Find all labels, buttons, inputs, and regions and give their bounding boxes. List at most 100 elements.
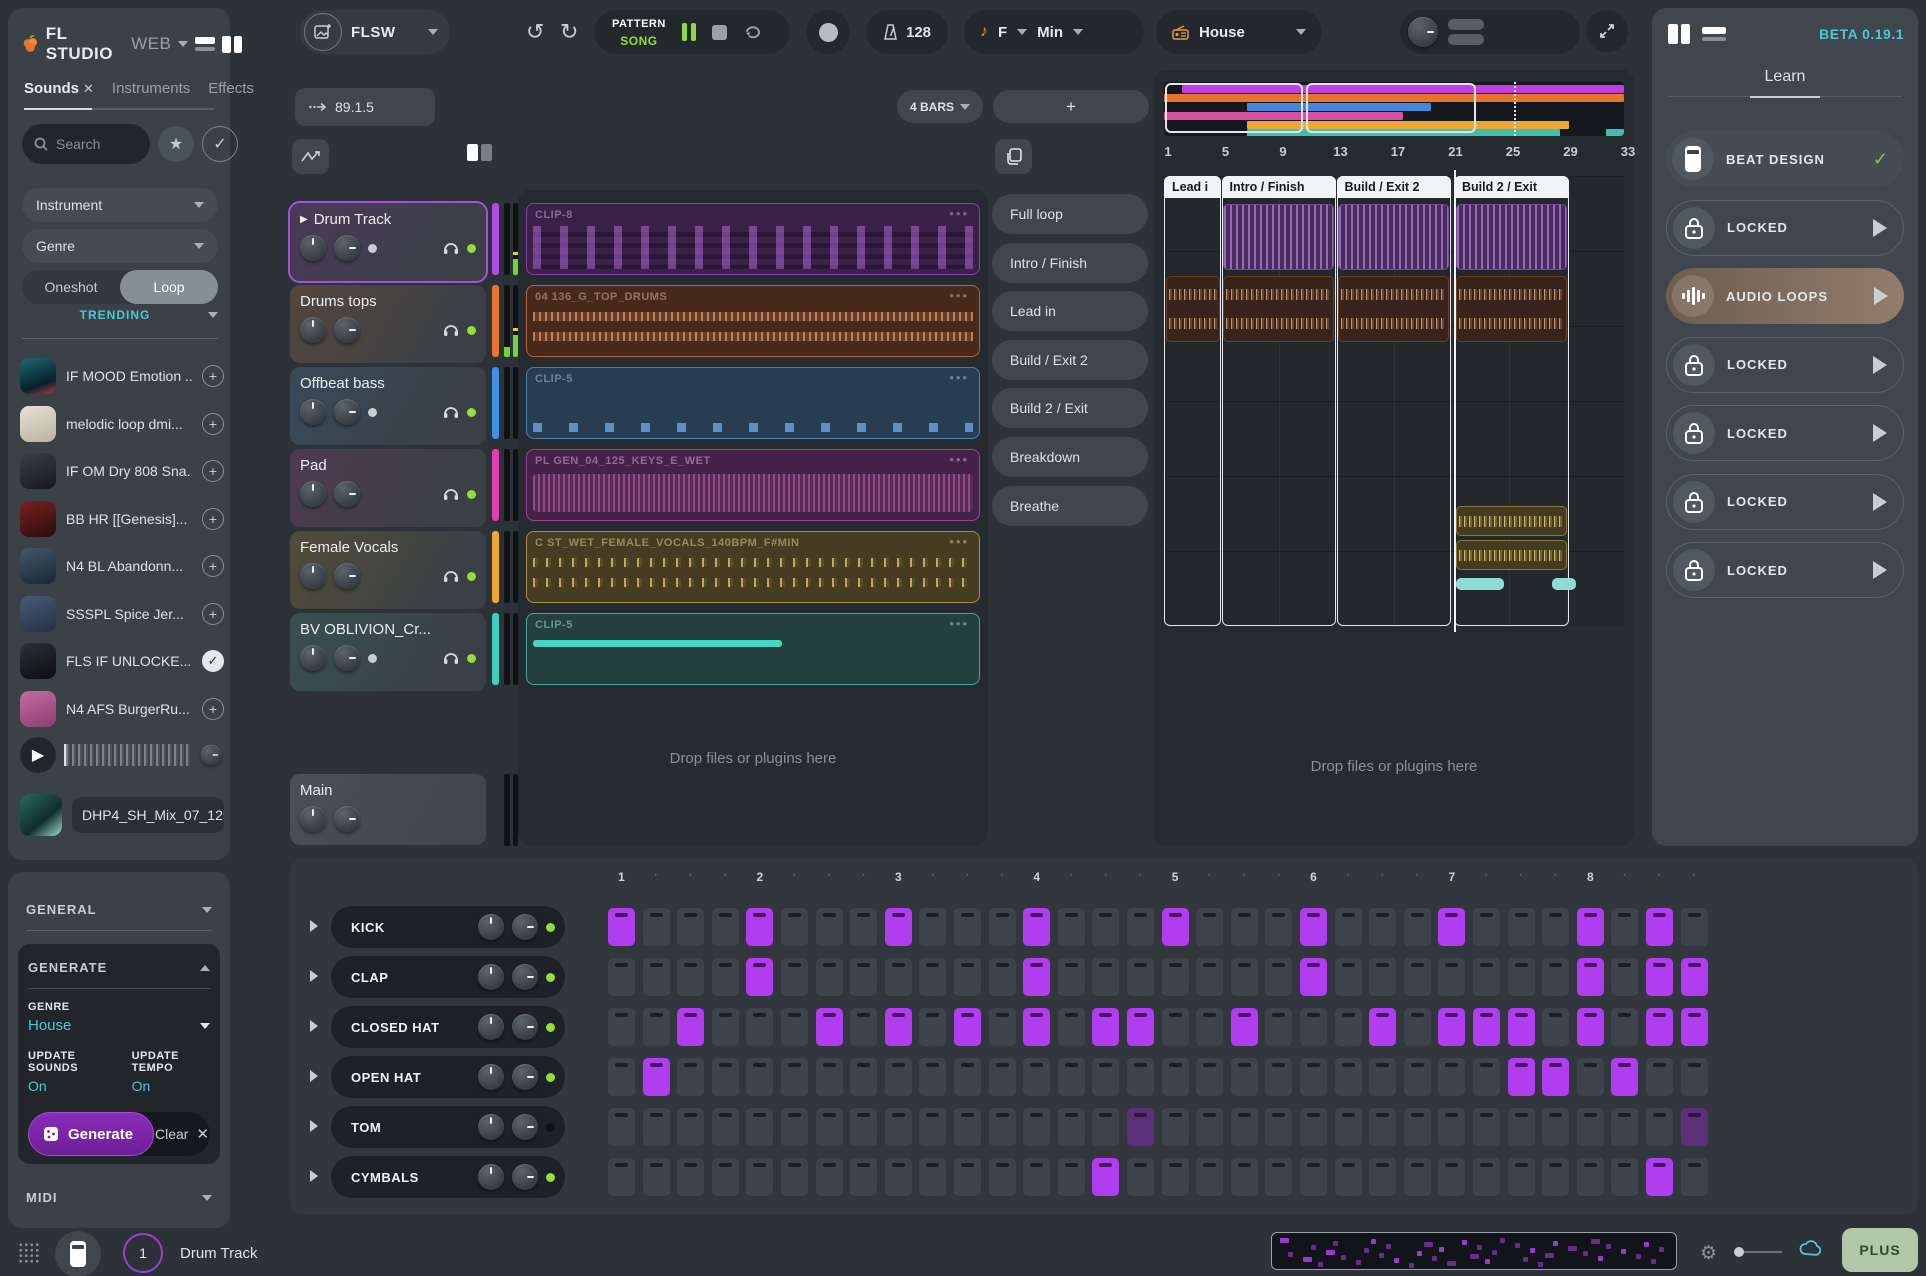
step-cymbals-25[interactable] [1438,1158,1465,1196]
step-kick-4[interactable] [712,908,739,946]
step-tom-15[interactable] [1092,1108,1119,1146]
step-clap-7[interactable] [816,958,843,996]
step-tom-14[interactable] [1058,1108,1085,1146]
step-clap-28[interactable] [1542,958,1569,996]
loop-button[interactable] [743,24,763,40]
step-kick-17[interactable] [1162,908,1189,946]
step-closed-hat-27[interactable] [1508,1008,1535,1046]
clip-menu-icon[interactable]: ••• [949,206,969,221]
horizontal-split-icon[interactable] [1702,24,1726,44]
play-icon[interactable] [1873,356,1887,374]
automation-icon-button[interactable] [292,139,329,174]
step-open-hat-6[interactable] [781,1058,808,1096]
step-tom-12[interactable] [989,1108,1016,1146]
step-cymbals-20[interactable] [1265,1158,1292,1196]
step-open-hat-5[interactable] [746,1058,773,1096]
step-tom-5[interactable] [746,1108,773,1146]
play-icon[interactable] [1873,219,1887,237]
learn-item-locked[interactable]: LOCKED [1666,337,1904,393]
step-clap-32[interactable] [1681,958,1708,996]
step-closed-hat-30[interactable] [1611,1008,1638,1046]
step-kick-2[interactable] [643,908,670,946]
sample-row[interactable]: N4 AFS BurgerRu...+ [20,687,224,731]
step-kick-3[interactable] [677,908,704,946]
step-tom-32[interactable] [1681,1108,1708,1146]
section-tab[interactable]: Build / Exit 2 [1337,176,1451,198]
chevron-down-icon[interactable] [1073,29,1083,35]
learn-item-beat-design[interactable]: BEAT DESIGN✓ [1666,131,1904,187]
section-box-lead-in[interactable] [1164,176,1221,626]
arrangement-ruler[interactable]: 159131721252933 [1164,144,1624,166]
arrangement-clip-drums[interactable] [1456,204,1567,270]
section-chip-lead-in[interactable]: Lead in [992,291,1148,331]
step-open-hat-7[interactable] [816,1058,843,1096]
general-section-header[interactable]: GENERAL [26,902,212,917]
genre-value-dropdown[interactable]: House [28,1017,210,1034]
tab-instruments[interactable]: Instruments [112,80,190,97]
step-cymbals-15[interactable] [1092,1158,1119,1196]
step-tom-30[interactable] [1611,1108,1638,1146]
plus-upgrade-button[interactable]: PLUS [1842,1228,1918,1272]
minimap-window-2[interactable] [1306,83,1476,133]
headphones-icon[interactable] [443,651,459,665]
headphones-icon[interactable] [443,241,459,255]
step-cymbals-2[interactable] [643,1158,670,1196]
volume-knob[interactable] [300,806,326,832]
step-closed-hat-12[interactable] [989,1008,1016,1046]
volume-knob[interactable] [300,481,326,507]
step-open-hat-11[interactable] [954,1058,981,1096]
playback-position[interactable]: 89.1.5 [295,88,435,126]
step-clap-29[interactable] [1577,958,1604,996]
sample-add-button[interactable]: + [202,555,224,577]
step-closed-hat-28[interactable] [1542,1008,1569,1046]
step-cymbals-10[interactable] [919,1158,946,1196]
step-kick-19[interactable] [1231,908,1258,946]
row-volume-knob[interactable] [478,1164,504,1190]
generate-section-header[interactable]: GENERATE [28,960,210,975]
sample-add-button[interactable]: + [202,698,224,720]
project-menu[interactable]: FLSW [300,10,450,54]
step-open-hat-13[interactable] [1023,1058,1050,1096]
sample-add-button[interactable]: + [202,460,224,482]
chevron-down-icon[interactable] [178,41,188,47]
step-clap-18[interactable] [1196,958,1223,996]
step-clap-26[interactable] [1473,958,1500,996]
step-open-hat-28[interactable] [1542,1058,1569,1096]
generate-button[interactable]: Generate [28,1112,154,1156]
row-volume-knob[interactable] [478,1114,504,1140]
sample-add-button[interactable]: + [202,603,224,625]
step-open-hat-4[interactable] [712,1058,739,1096]
pan-knob[interactable] [334,806,360,832]
step-clap-31[interactable] [1646,958,1673,996]
play-icon[interactable] [1873,493,1887,511]
step-cymbals-23[interactable] [1369,1158,1396,1196]
step-open-hat-10[interactable] [919,1058,946,1096]
mini-slider[interactable] [1736,1251,1782,1253]
volume-knob[interactable] [300,563,326,589]
step-open-hat-21[interactable] [1300,1058,1327,1096]
play-icon[interactable] [1874,287,1888,305]
clip-menu-icon[interactable]: ••• [949,288,969,303]
preview-play-button[interactable]: ▶ [20,737,56,773]
step-cymbals-11[interactable] [954,1158,981,1196]
arrangement-clip-topdrums[interactable] [1338,276,1449,342]
step-cymbals-1[interactable] [608,1158,635,1196]
step-open-hat-30[interactable] [1611,1058,1638,1096]
step-tom-9[interactable] [885,1108,912,1146]
step-cymbals-8[interactable] [850,1158,877,1196]
minimap-window-1[interactable] [1165,83,1303,133]
step-closed-hat-10[interactable] [919,1008,946,1046]
step-open-hat-9[interactable] [885,1058,912,1096]
step-tom-7[interactable] [816,1108,843,1146]
step-kick-14[interactable] [1058,908,1085,946]
step-clap-24[interactable] [1404,958,1431,996]
step-kick-24[interactable] [1404,908,1431,946]
step-clap-12[interactable] [989,958,1016,996]
step-tom-23[interactable] [1369,1108,1396,1146]
arrangement-minimap[interactable] [1164,82,1624,136]
pan-knob[interactable] [334,399,360,425]
step-clap-9[interactable] [885,958,912,996]
step-closed-hat-29[interactable] [1577,1008,1604,1046]
arrangement-clip-bv[interactable] [1456,578,1504,590]
step-closed-hat-21[interactable] [1300,1008,1327,1046]
